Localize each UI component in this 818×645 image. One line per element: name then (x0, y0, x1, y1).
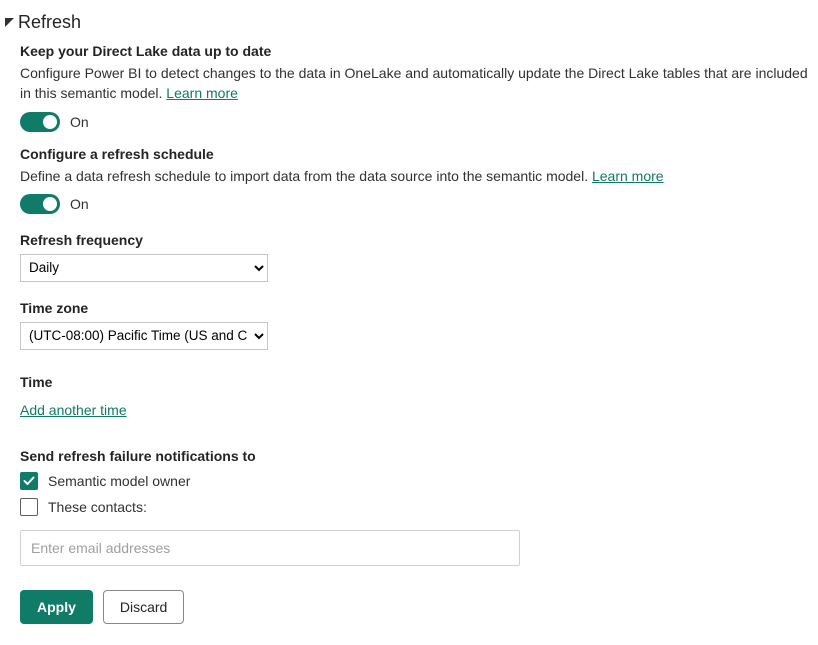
direct-lake-title: Keep your Direct Lake data up to date (20, 43, 814, 59)
direct-lake-desc-text: Configure Power BI to detect changes to … (20, 65, 808, 101)
timezone-dropdown[interactable]: (UTC-08:00) Pacific Time (US and Canada) (20, 322, 268, 350)
notifications-title: Send refresh failure notifications to (20, 448, 814, 464)
apply-button[interactable]: Apply (20, 590, 93, 624)
check-icon (23, 475, 35, 487)
schedule-title: Configure a refresh schedule (20, 146, 814, 162)
frequency-dropdown[interactable]: Daily (20, 254, 268, 282)
schedule-toggle[interactable] (20, 194, 60, 214)
direct-lake-toggle-label: On (70, 114, 89, 130)
direct-lake-learn-more-link[interactable]: Learn more (166, 85, 238, 101)
owner-checkbox-label: Semantic model owner (48, 473, 190, 489)
time-label: Time (20, 374, 814, 390)
direct-lake-toggle[interactable] (20, 112, 60, 132)
frequency-label: Refresh frequency (20, 232, 814, 248)
toggle-knob-icon (43, 115, 57, 129)
section-header[interactable]: Refresh (4, 12, 818, 33)
discard-button[interactable]: Discard (103, 590, 184, 624)
add-another-time-link[interactable]: Add another time (20, 402, 127, 418)
direct-lake-desc: Configure Power BI to detect changes to … (20, 63, 814, 104)
schedule-learn-more-link[interactable]: Learn more (592, 168, 664, 184)
toggle-knob-icon (43, 197, 57, 211)
schedule-desc: Define a data refresh schedule to import… (20, 166, 814, 186)
section-title: Refresh (18, 12, 81, 33)
collapse-triangle-icon (4, 18, 14, 28)
contacts-checkbox[interactable] (20, 498, 38, 516)
schedule-desc-text: Define a data refresh schedule to import… (20, 168, 592, 184)
owner-checkbox[interactable] (20, 472, 38, 490)
contacts-email-input[interactable] (20, 530, 520, 566)
schedule-toggle-label: On (70, 196, 89, 212)
timezone-label: Time zone (20, 300, 814, 316)
contacts-checkbox-label: These contacts: (48, 499, 147, 515)
